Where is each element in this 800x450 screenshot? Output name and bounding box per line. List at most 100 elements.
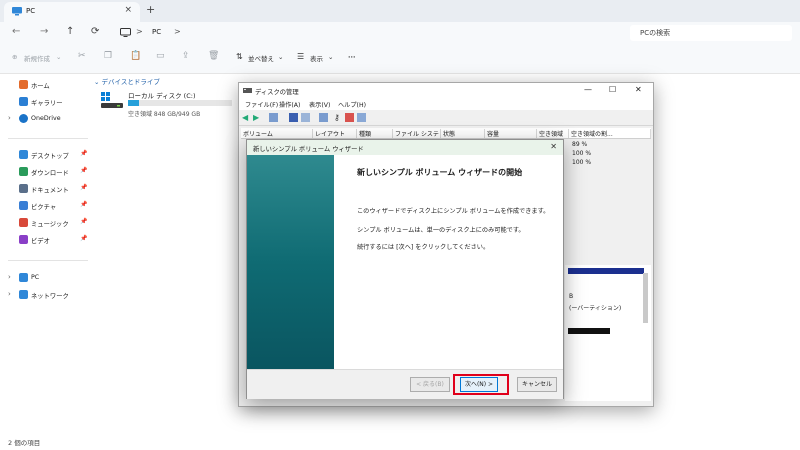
breadcrumb[interactable]: PC [152, 28, 161, 36]
free-percent-cell: 100 % [572, 159, 592, 166]
view-button[interactable]: 表示 [310, 53, 323, 63]
pin-icon: 📌 [80, 150, 88, 157]
drive-name[interactable]: ローカル ディスク (C:) [128, 90, 195, 100]
close-icon[interactable]: ✕ [550, 142, 557, 151]
sidebar-item-onedrive[interactable]: › OneDrive [0, 112, 90, 126]
tab-pc[interactable]: PC × [4, 2, 140, 22]
cancel-button[interactable]: キャンセル [517, 377, 557, 392]
pc-icon [120, 28, 131, 38]
pictures-icon [19, 201, 28, 210]
tab-close-button[interactable]: × [124, 5, 132, 15]
column-header[interactable]: レイアウト [313, 129, 357, 138]
column-header[interactable]: 容量 [485, 129, 537, 138]
properties-icon[interactable] [301, 113, 310, 122]
sidebar-item-label: ネットワーク [31, 293, 69, 300]
sidebar-divider [8, 260, 88, 261]
sidebar-item-music[interactable]: ミュージック 📌 [0, 216, 90, 230]
sidebar-item-home[interactable]: ホーム [0, 78, 90, 92]
section-header-label: デバイスとドライブ [101, 78, 160, 86]
copy-icon[interactable]: ❐ [104, 51, 112, 61]
pin-icon: 📌 [80, 184, 88, 191]
sidebar-item-gallery[interactable]: ギャラリー [0, 95, 90, 109]
disk-icon[interactable] [319, 113, 328, 122]
partition-type-text[interactable]: (ーバーティション) [569, 303, 621, 312]
rename-icon[interactable]: ▭ [156, 51, 165, 61]
console-icon[interactable] [269, 113, 278, 122]
drive-icon[interactable] [100, 90, 124, 110]
column-header[interactable]: 空き領域の割... [569, 129, 651, 138]
maximize-button[interactable]: ☐ [609, 85, 616, 94]
sidebar-item-desktop[interactable]: デスクトップ 📌 [0, 148, 90, 162]
breadcrumb-separator: > [174, 27, 181, 36]
sidebar-item-pictures[interactable]: ピクチャ 📌 [0, 199, 90, 213]
disk-management-title: ディスクの管理 [255, 89, 299, 96]
sidebar-item-network[interactable]: › ネットワーク [0, 288, 90, 302]
column-header[interactable]: ファイル システム [393, 129, 441, 147]
menu-action[interactable]: 操作(A) [279, 100, 300, 109]
address-bar[interactable]: > PC > [112, 25, 620, 41]
partition-header-bar [568, 268, 644, 274]
new-chevron-icon: ⌄ [56, 53, 62, 61]
view-icon: ☰ [297, 52, 305, 61]
list-icon[interactable] [357, 113, 366, 122]
expand-chevron-icon[interactable]: › [8, 114, 11, 122]
sidebar-item-downloads[interactable]: ダウンロード 📌 [0, 165, 90, 179]
disk-management-titlebar[interactable]: ディスクの管理 — ☐ ✕ [239, 83, 653, 98]
column-header[interactable]: ボリューム [241, 129, 313, 138]
up-button[interactable]: ↑ [66, 26, 74, 37]
expand-chevron-icon[interactable]: › [8, 273, 11, 281]
back-button[interactable]: < 戻る(B) [410, 377, 450, 392]
new-simple-volume-wizard: 新しいシンプル ボリューム ウィザード ✕ 新しいシンプル ボリューム ウィザー… [246, 139, 564, 399]
sort-button[interactable]: 並べ替え [248, 53, 274, 63]
partition-size-text[interactable]: B [569, 293, 573, 300]
key-icon[interactable]: ⚷ [334, 113, 343, 122]
cloud-icon [19, 114, 28, 123]
unallocated-bar [568, 328, 610, 334]
forward-arrow-icon[interactable]: ▶ [253, 113, 262, 122]
column-header[interactable]: 状態 [441, 129, 485, 138]
wizard-heading: 新しいシンプル ボリューム ウィザードの開始 [357, 168, 523, 177]
more-button[interactable]: ··· [348, 53, 355, 61]
view-chevron-icon: ⌄ [328, 53, 334, 61]
new-button[interactable]: 新規作成 [24, 53, 50, 63]
sidebar-item-videos[interactable]: ビデオ 📌 [0, 233, 90, 247]
back-arrow-icon[interactable]: ◀ [242, 113, 251, 122]
column-header[interactable]: 種類 [357, 129, 393, 138]
menu-file[interactable]: ファイル(F) [245, 100, 278, 109]
close-button[interactable]: ✕ [635, 85, 642, 94]
sidebar-item-documents[interactable]: ドキュメント 📌 [0, 182, 90, 196]
expand-chevron-icon[interactable]: › [8, 290, 11, 298]
help-icon[interactable] [289, 113, 298, 122]
minimize-button[interactable]: — [584, 85, 592, 94]
disk-management-app-icon [243, 87, 252, 94]
download-icon [19, 167, 28, 176]
share-icon[interactable]: ⇪ [182, 51, 190, 61]
menu-view[interactable]: 表示(V) [309, 100, 330, 109]
refresh-button[interactable]: ⟳ [91, 26, 99, 37]
video-icon [19, 235, 28, 244]
new-plus-icon: ⊕ [12, 53, 18, 61]
sidebar-item-label: ギャラリー [31, 100, 63, 107]
pin-icon: 📌 [80, 201, 88, 208]
new-tab-button[interactable]: + [146, 3, 155, 16]
vertical-scrollbar[interactable] [643, 273, 648, 323]
cut-icon[interactable]: ✂ [78, 51, 86, 61]
paste-icon[interactable]: 📋 [130, 51, 141, 61]
status-bar-count: 2 個の項目 [8, 439, 41, 447]
sort-icon: ⇅ [236, 52, 243, 61]
wizard-titlebar[interactable]: 新しいシンプル ボリューム ウィザード ✕ [247, 140, 563, 155]
back-button[interactable]: ← [12, 26, 20, 37]
command-bar: ⊕ 新規作成 ⌄ ✂ ❐ 📋 ▭ ⇪ 🗑 ⇅ 並べ替え ⌄ ☰ 表示 ⌄ ··· [0, 44, 800, 74]
sidebar-item-label: ホーム [31, 83, 50, 90]
search-input[interactable]: PCの検索 [630, 25, 792, 41]
column-header[interactable]: 空き領域 [537, 129, 569, 138]
check-icon[interactable] [345, 113, 354, 122]
section-header[interactable]: ⌄ デバイスとドライブ [94, 76, 160, 86]
menu-help[interactable]: ヘルプ(H) [338, 100, 366, 109]
drive-usage-bar [128, 100, 232, 106]
wizard-paragraph: シンプル ボリュームは、単一のディスク上にのみ可能です。 [357, 227, 525, 234]
forward-button[interactable]: → [40, 26, 48, 37]
sidebar-item-pc[interactable]: › PC [0, 271, 90, 285]
delete-icon[interactable]: 🗑 [208, 51, 219, 61]
disk-management-toolbar: ◀ ▶ ⚷ [239, 110, 653, 126]
